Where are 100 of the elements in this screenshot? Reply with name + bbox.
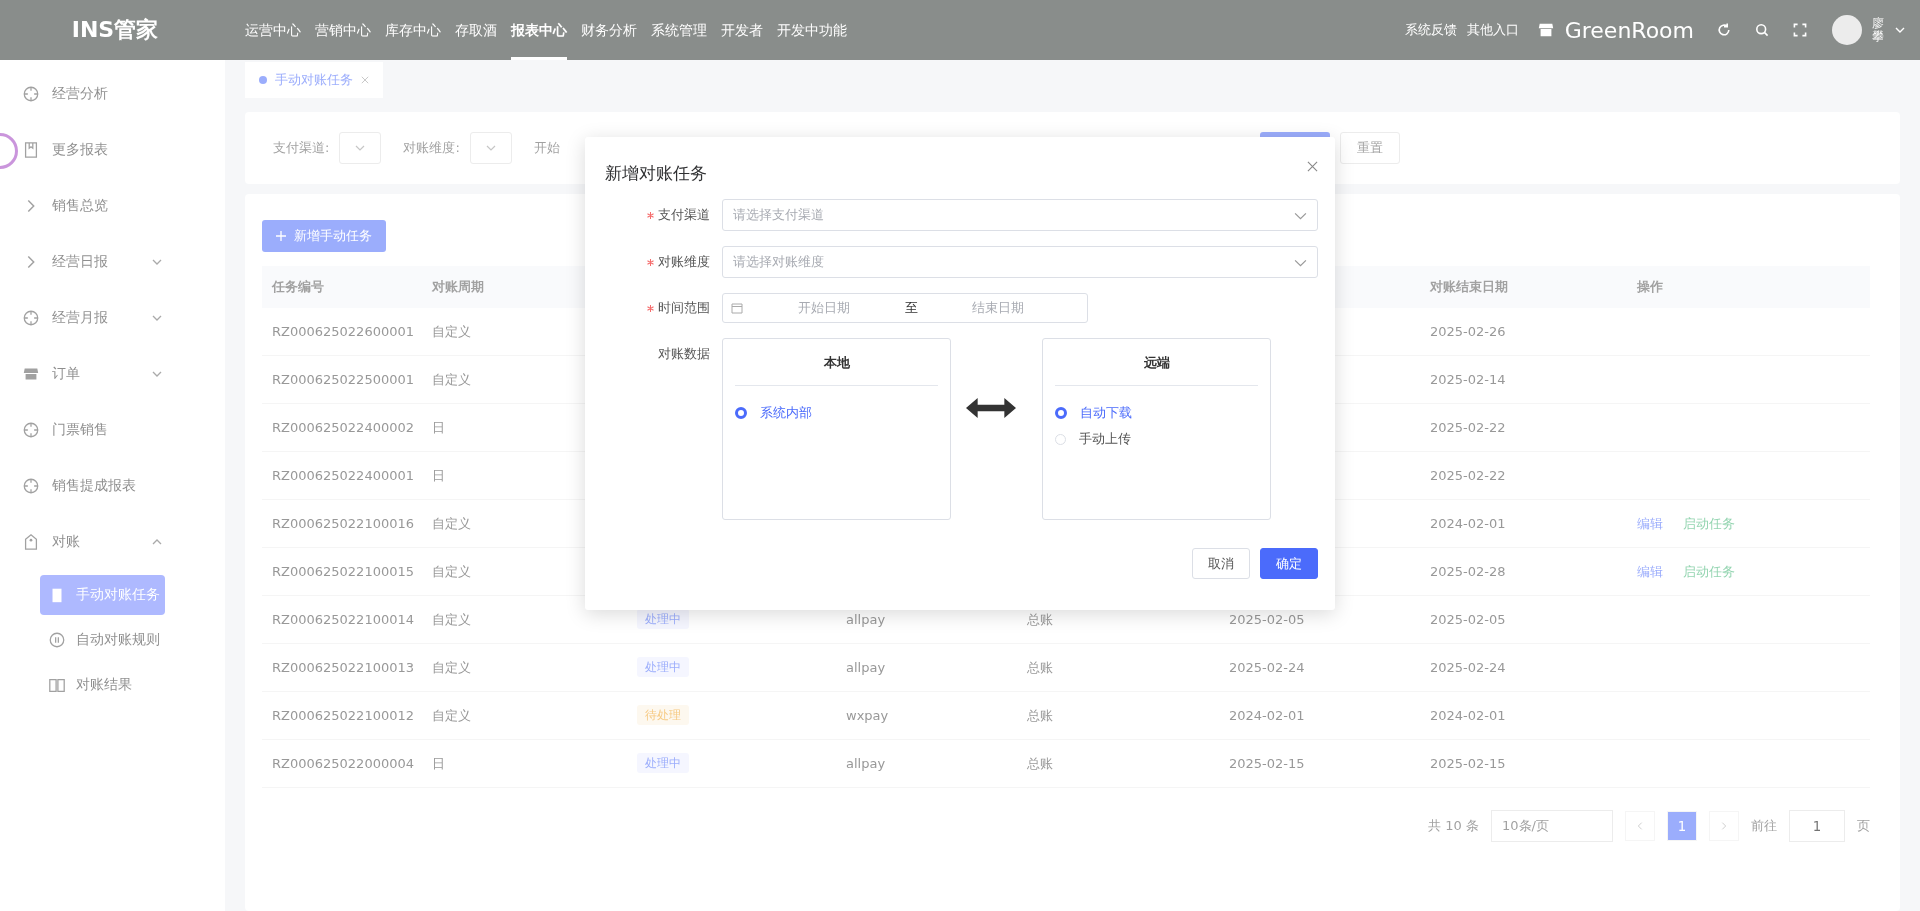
table-cell: 自定义 <box>422 691 627 740</box>
page-input[interactable]: 1 <box>1789 810 1845 842</box>
select-field[interactable]: 请选择支付渠道 <box>722 199 1318 231</box>
action-link[interactable]: 编辑 <box>1637 563 1663 579</box>
column-header: 操作 <box>1627 266 1870 308</box>
table-cell: 自定义 <box>422 643 627 692</box>
page-size-select[interactable]: 10条/页 <box>1491 810 1613 842</box>
avatar[interactable] <box>1832 15 1862 45</box>
plus-icon <box>276 231 286 241</box>
book-icon <box>22 141 40 159</box>
chevron-right-icon <box>1719 820 1729 831</box>
status-tag: 处理中 <box>637 753 689 773</box>
target-icon <box>22 421 40 439</box>
action-link[interactable]: 启动任务 <box>1683 563 1735 579</box>
page-tab[interactable]: 手动对账任务 <box>245 62 383 98</box>
fullscreen-icon[interactable] <box>1792 22 1808 38</box>
refresh-icon[interactable] <box>1716 22 1732 38</box>
target-icon <box>22 309 40 327</box>
table-cell: 总账 <box>1027 659 1053 675</box>
radio-option[interactable]: 系统内部 <box>735 400 938 426</box>
total-count: 共 10 条 <box>1428 817 1479 835</box>
sidebar-subitem[interactable]: 对账结果 <box>40 665 165 705</box>
sidebar-item[interactable]: 订单 <box>0 346 225 402</box>
field-label: 支付渠道 <box>605 206 722 224</box>
table-cell: allpay <box>846 612 886 627</box>
status-tag: 处理中 <box>637 609 689 629</box>
header-link[interactable]: 系统反馈 <box>1404 21 1457 39</box>
table-cell: 总账 <box>1027 755 1053 771</box>
filter-label: 开始 <box>533 139 560 157</box>
store-icon <box>1536 21 1555 39</box>
column-header: 对账结束日期 <box>1420 266 1627 308</box>
add-task-button[interactable]: 新增手动任务 <box>262 220 386 252</box>
nav-tab[interactable]: 开发者 <box>721 0 763 60</box>
sidebar-item[interactable]: 销售总览 <box>0 178 225 234</box>
table-cell: RZ000625022100013 <box>262 643 422 692</box>
table-cell: 2025-02-14 <box>1420 355 1627 404</box>
target-icon <box>22 85 40 103</box>
panel-title: 本地 <box>735 339 938 386</box>
table-cell: RZ000625022100014 <box>262 595 422 644</box>
user-name[interactable]: 廖攀 <box>1872 16 1884 44</box>
table-cell: 2025-02-22 <box>1420 451 1627 500</box>
table-cell: allpay <box>846 660 886 675</box>
select-field[interactable]: 请选择对账维度 <box>722 246 1318 278</box>
table-cell: RZ000625022400001 <box>262 451 422 500</box>
table-cell: RZ000625022600001 <box>262 308 422 356</box>
table-cell: RZ000625022100016 <box>262 499 422 548</box>
sidebar-item[interactable]: 经营分析 <box>0 66 225 122</box>
sidebar-item[interactable]: 经营月报 <box>0 290 225 346</box>
nav-tab[interactable]: 系统管理 <box>651 0 707 60</box>
table-cell: RZ000625022100015 <box>262 547 422 596</box>
bag-icon <box>22 533 40 551</box>
radio-option[interactable]: 手动上传 <box>1055 426 1258 452</box>
sidebar-item[interactable]: 更多报表 <box>0 122 225 178</box>
sidebar-item[interactable]: 销售提成报表 <box>0 458 225 514</box>
sidebar-item[interactable]: 对账 <box>0 514 225 570</box>
table-cell: wxpay <box>846 708 889 723</box>
header-link[interactable]: 其他入口 <box>1466 21 1519 39</box>
app-logo[interactable]: INS管家 <box>0 15 230 45</box>
sidebar-item[interactable]: 门票销售 <box>0 402 225 458</box>
page-suffix: 页 <box>1857 817 1870 835</box>
column-header: 任务编号 <box>262 266 422 308</box>
close-icon[interactable] <box>1307 160 1318 172</box>
table-cell: 2024-02-01 <box>1420 499 1627 548</box>
panel-title: 远端 <box>1055 339 1258 386</box>
status-tag: 处理中 <box>637 657 689 677</box>
table-cell: RZ000625022500001 <box>262 355 422 404</box>
date-range-field[interactable]: 开始日期 至 结束日期 <box>722 293 1088 323</box>
open-book-icon <box>48 676 66 694</box>
table-cell: 2025-02-05 <box>1420 595 1627 644</box>
table-cell: 2024-02-01 <box>1229 708 1305 723</box>
search-icon[interactable] <box>1754 22 1770 38</box>
table-cell: 2025-02-15 <box>1420 739 1627 788</box>
goto-label: 前往 <box>1751 817 1777 835</box>
nav-tab[interactable]: 运营中心 <box>245 0 301 60</box>
confirm-button[interactable]: 确定 <box>1260 548 1318 579</box>
table-cell: 日 <box>422 739 627 788</box>
sidebar-subitem[interactable]: 自动对账规则 <box>40 620 165 660</box>
nav-tab[interactable]: 存取酒 <box>455 0 497 60</box>
table-cell: RZ000625022000004 <box>262 739 422 788</box>
store-name[interactable]: GreenRoom <box>1564 17 1694 43</box>
nav-tab[interactable]: 库存中心 <box>385 0 441 60</box>
nav-tab[interactable]: 开发中功能 <box>777 0 847 60</box>
page-button[interactable]: 1 <box>1667 811 1697 841</box>
close-icon[interactable] <box>361 76 369 84</box>
action-link[interactable]: 启动任务 <box>1683 515 1735 531</box>
action-link[interactable]: 编辑 <box>1637 515 1663 531</box>
table-cell: RZ000625022100012 <box>262 691 422 740</box>
filter-label: 支付渠道: <box>273 139 330 157</box>
radio-option[interactable]: 自动下载 <box>1055 400 1258 426</box>
sidebar-item[interactable]: 经营日报 <box>0 234 225 290</box>
cancel-button[interactable]: 取消 <box>1192 548 1250 579</box>
table-cell: 2025-02-26 <box>1420 308 1627 356</box>
nav-tab[interactable]: 财务分析 <box>581 0 637 60</box>
reset-button[interactable]: 重置 <box>1339 132 1400 164</box>
pause-circle-icon <box>48 631 66 649</box>
nav-tab[interactable]: 营销中心 <box>315 0 371 60</box>
nav-tab[interactable]: 报表中心 <box>511 0 567 60</box>
table-cell: 总账 <box>1027 707 1053 723</box>
sidebar-subitem[interactable]: 手动对账任务 <box>40 575 165 615</box>
chevron-left-icon <box>1635 820 1645 831</box>
